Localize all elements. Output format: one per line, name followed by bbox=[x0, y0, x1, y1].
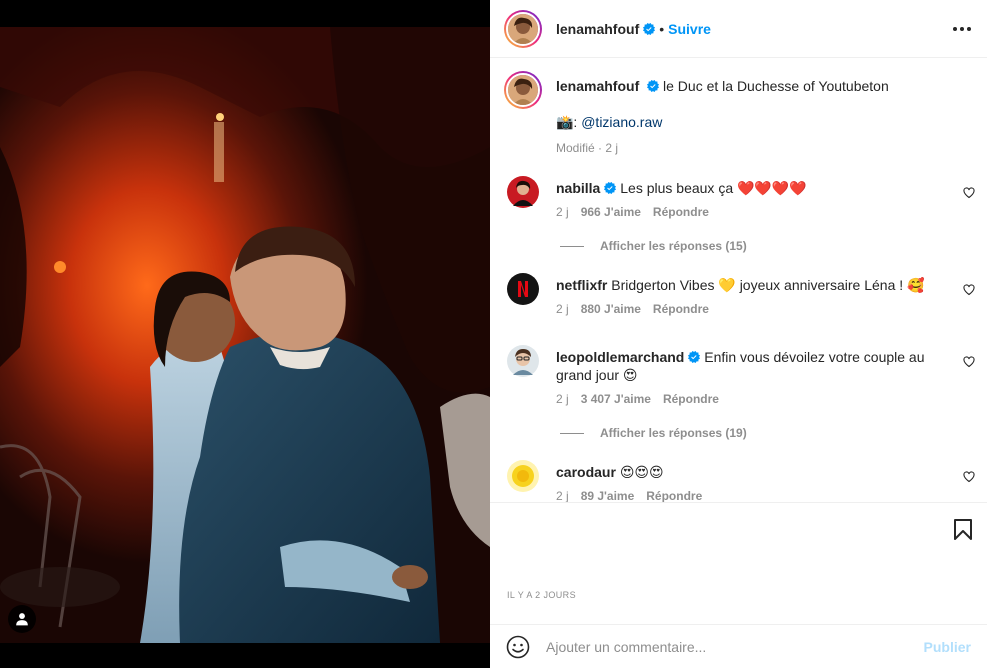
caption-username[interactable]: lenamahfouf bbox=[556, 78, 639, 94]
commenter-username[interactable]: netflixfr bbox=[556, 277, 607, 293]
tag-user-button[interactable] bbox=[8, 605, 36, 633]
comment-age: 2 j bbox=[556, 302, 569, 316]
view-replies-button[interactable]: Afficher les réponses (19) bbox=[560, 426, 987, 440]
commenter-avatar[interactable] bbox=[507, 345, 539, 377]
comment-text: Les plus beaux ça ❤️❤️❤️❤️ bbox=[620, 180, 807, 196]
verified-badge-icon bbox=[604, 182, 617, 194]
commenter-username[interactable]: leopoldlemarchand bbox=[556, 349, 684, 365]
caption-mention-link[interactable]: @tiziano.raw bbox=[581, 114, 662, 130]
post-header: lenamahfouf • Suivre bbox=[490, 0, 987, 58]
comment-text: Bridgerton Vibes 💛 joyeux anniversaire L… bbox=[611, 277, 925, 293]
comment-age: 2 j bbox=[556, 205, 569, 219]
separator-dot: • bbox=[659, 20, 665, 37]
view-replies-label: Afficher les réponses (19) bbox=[600, 426, 747, 440]
more-options-button[interactable] bbox=[952, 26, 972, 32]
author-username[interactable]: lenamahfouf bbox=[556, 21, 639, 37]
heart-icon[interactable] bbox=[963, 471, 975, 483]
comment-item: carodaur 😍😍😍 2 j 89 J'aime Répondre bbox=[490, 457, 987, 502]
comment-input[interactable] bbox=[546, 638, 924, 655]
commenter-avatar[interactable] bbox=[507, 176, 539, 208]
comment-text: 😍😍😍 bbox=[619, 464, 664, 480]
commenter-username[interactable]: carodaur bbox=[556, 464, 616, 480]
reply-button[interactable]: Répondre bbox=[663, 392, 719, 406]
bookmark-icon[interactable] bbox=[953, 519, 973, 541]
caption-meta: Modifié · 2 j bbox=[556, 141, 619, 155]
reply-button[interactable]: Répondre bbox=[653, 205, 709, 219]
follow-button[interactable]: Suivre bbox=[668, 21, 711, 37]
post-photo[interactable] bbox=[0, 27, 490, 643]
comment-likes[interactable]: 880 J'aime bbox=[581, 302, 641, 316]
caption-author-avatar[interactable] bbox=[504, 71, 542, 109]
comment-item: leopoldlemarchand Enfin vous dévoilez vo… bbox=[490, 342, 987, 408]
action-bar bbox=[490, 502, 987, 558]
commenter-avatar[interactable] bbox=[507, 460, 539, 492]
comment-likes[interactable]: 89 J'aime bbox=[581, 489, 635, 502]
commenter-username[interactable]: nabilla bbox=[556, 180, 600, 196]
post-caption: lenamahfouf le Duc et la Duchesse of You… bbox=[490, 59, 987, 157]
heart-icon[interactable] bbox=[963, 187, 975, 199]
add-comment-bar: Publier bbox=[490, 624, 987, 668]
user-tag-icon bbox=[16, 613, 28, 626]
comment-age: 2 j bbox=[556, 392, 569, 406]
more-options-icon bbox=[953, 26, 971, 31]
view-replies-button[interactable]: Afficher les réponses (15) bbox=[560, 239, 987, 253]
post-media bbox=[0, 0, 490, 668]
comment-likes[interactable]: 966 J'aime bbox=[581, 205, 641, 219]
caption-text: le Duc et la Duchesse of Youtubeton bbox=[663, 78, 889, 94]
heart-icon[interactable] bbox=[963, 284, 975, 296]
post-details-panel: lenamahfouf • Suivre lenamahfouf le Duc … bbox=[490, 0, 987, 668]
author-avatar[interactable] bbox=[504, 9, 542, 48]
heart-icon[interactable] bbox=[963, 356, 975, 368]
reply-button[interactable]: Répondre bbox=[646, 489, 702, 502]
publish-button[interactable]: Publier bbox=[924, 639, 971, 655]
reply-button[interactable]: Répondre bbox=[653, 302, 709, 316]
comments-list[interactable]: lenamahfouf le Duc et la Duchesse of You… bbox=[490, 59, 987, 502]
verified-badge-icon bbox=[647, 80, 660, 92]
commenter-avatar[interactable] bbox=[507, 273, 539, 305]
comment-item: netflixfr Bridgerton Vibes 💛 joyeux anni… bbox=[490, 270, 987, 318]
comment-likes[interactable]: 3 407 J'aime bbox=[581, 392, 651, 406]
view-replies-label: Afficher les réponses (15) bbox=[600, 239, 747, 253]
post-timestamp: IL Y A 2 JOURS bbox=[507, 590, 576, 600]
verified-badge-icon bbox=[688, 351, 701, 363]
emoji-icon[interactable] bbox=[506, 635, 530, 659]
caption-camera-emoji: 📸: bbox=[556, 114, 582, 130]
comment-age: 2 j bbox=[556, 489, 569, 502]
verified-badge-icon bbox=[643, 22, 656, 35]
comment-item: nabilla Les plus beaux ça ❤️❤️❤️❤️ 2 j 96… bbox=[490, 173, 987, 221]
